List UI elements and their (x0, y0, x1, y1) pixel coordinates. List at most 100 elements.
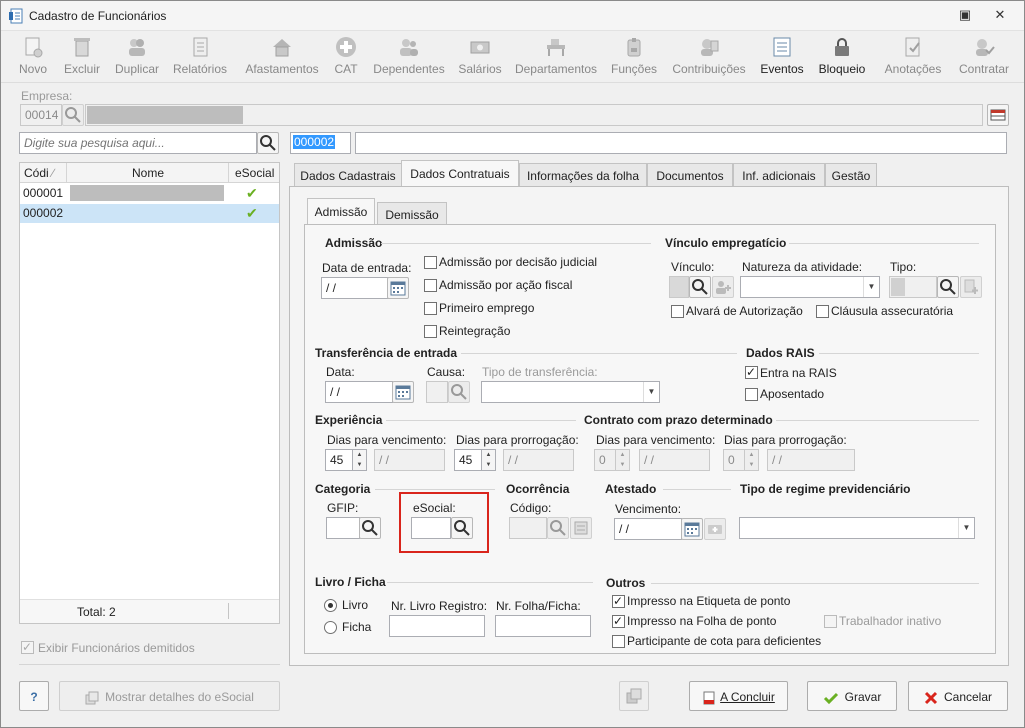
primeiro-emprego-checkbox[interactable] (424, 302, 437, 315)
gfip-field[interactable] (326, 517, 360, 539)
add-icon (964, 279, 978, 294)
nr-folha-field[interactable] (495, 615, 591, 637)
exp-dias-prorr-spinner[interactable]: ▲ ▼ (482, 449, 496, 471)
cota-checkbox[interactable] (612, 635, 625, 648)
vencimento-field[interactable]: / / (614, 518, 682, 540)
table-row[interactable]: 000001 ✔ (20, 184, 279, 203)
table-row[interactable]: 000002 ✔ (20, 204, 279, 223)
calendar-button[interactable] (387, 277, 409, 299)
employee-code-field[interactable]: 000002 (290, 132, 351, 154)
vinculo-add-button[interactable] (712, 276, 734, 298)
search-input[interactable] (19, 132, 257, 154)
contr-dias-prorr-field[interactable]: 0 (723, 449, 745, 471)
restore-icon[interactable]: ▣ (953, 7, 977, 23)
alvara-checkbox[interactable] (671, 305, 684, 318)
duplicate-button[interactable]: Duplicar (111, 31, 163, 81)
subtab-admissao[interactable]: Admissão (307, 198, 375, 225)
functions-button[interactable]: Funções (607, 31, 661, 81)
ocorrencia-codigo-field[interactable] (509, 517, 547, 539)
column-header-esocial[interactable]: eSocial (235, 166, 274, 180)
inativo-checkbox[interactable] (824, 615, 837, 628)
nr-livro-field[interactable] (389, 615, 485, 637)
tab-inf-adicionais[interactable]: Inf. adicionais (733, 163, 825, 187)
admissao-judicial-checkbox[interactable] (424, 256, 437, 269)
exp-dias-venc-field[interactable]: 45 (325, 449, 353, 471)
transferencia-data-field[interactable]: / / (325, 381, 393, 403)
tab-gestao[interactable]: Gestão (825, 163, 877, 187)
vinculo-search-button[interactable] (689, 276, 711, 298)
employee-list: Códi ∕ Nome eSocial 000001 ✔ 000002 ✔ To… (19, 162, 280, 624)
hire-button[interactable]: Contratar (953, 31, 1015, 81)
tipo-search-button[interactable] (937, 276, 959, 298)
tab-documentos[interactable]: Documentos (647, 163, 733, 187)
employee-name-field[interactable] (355, 132, 1007, 154)
folha-checkbox[interactable]: ✓ (612, 614, 625, 628)
lock-button[interactable]: Bloqueio (813, 31, 871, 81)
esocial-details-button[interactable]: Mostrar detalhes do eSocial (59, 681, 280, 711)
column-header-name[interactable]: Nome (132, 166, 164, 180)
exp-dias-venc-spinner[interactable]: ▲ ▼ (353, 449, 367, 471)
aposentado-checkbox[interactable] (745, 388, 758, 401)
show-dismissed-checkbox[interactable]: ✓ (21, 640, 34, 654)
livro-radio[interactable] (324, 599, 337, 612)
events-button[interactable]: Eventos (757, 31, 807, 81)
natureza-select[interactable]: ▼ (740, 276, 880, 298)
tab-dados-cadastrais[interactable]: Dados Cadastrais (294, 163, 402, 187)
contr-dias-venc-spinner[interactable]: ▲ ▼ (616, 449, 630, 471)
contr-dias-venc-field[interactable]: 0 (594, 449, 616, 471)
contr-venc-date-field[interactable]: / / (639, 449, 710, 471)
dependents-button[interactable]: Dependentes (369, 31, 449, 81)
cat-button[interactable]: CAT (329, 31, 363, 81)
empresa-name-field[interactable] (85, 104, 983, 126)
attach-button[interactable] (619, 681, 649, 711)
causa-field[interactable] (426, 381, 448, 403)
gravar-button[interactable]: Gravar (807, 681, 897, 711)
calendar-button[interactable] (392, 381, 414, 403)
exp-dias-prorr-field[interactable]: 45 (454, 449, 482, 471)
tipo-field[interactable] (889, 276, 937, 298)
search-button[interactable] (257, 132, 279, 154)
entra-rais-checkbox[interactable]: ✓ (745, 365, 758, 379)
new-button[interactable]: Novo (13, 31, 53, 81)
tab-dados-contratuais[interactable]: Dados Contratuais (401, 160, 519, 187)
salaries-button[interactable]: Salários (455, 31, 505, 81)
clausula-checkbox[interactable] (816, 305, 829, 318)
empresa-search-button[interactable] (62, 104, 84, 126)
contributions-button[interactable]: Contribuições (667, 31, 751, 81)
subtab-demissao[interactable]: Demissão (377, 202, 447, 226)
departments-button[interactable]: Departamentos (511, 31, 601, 81)
ocorrencia-list-button[interactable] (570, 517, 592, 539)
concluir-button[interactable]: A Concluir (689, 681, 788, 711)
tipo-transferencia-select[interactable]: ▼ (481, 381, 660, 403)
exp-venc-date-field[interactable]: / / (374, 449, 445, 471)
causa-search-button[interactable] (448, 381, 470, 403)
reintegracao-checkbox[interactable] (424, 325, 437, 338)
exp-prorr-date-field[interactable]: / / (503, 449, 574, 471)
empresa-code-field[interactable]: 00014 (20, 104, 62, 126)
ocorrencia-search-button[interactable] (547, 517, 569, 539)
admissao-fiscal-checkbox[interactable] (424, 279, 437, 292)
etiqueta-checkbox[interactable]: ✓ (612, 594, 625, 608)
ficha-radio[interactable] (324, 621, 337, 634)
esocial-category-field[interactable] (411, 517, 451, 539)
regime-select[interactable]: ▼ (739, 517, 975, 539)
cancelar-button[interactable]: Cancelar (908, 681, 1008, 711)
esocial-category-search-button[interactable] (451, 517, 473, 539)
gfip-search-button[interactable] (359, 517, 381, 539)
calendar-button[interactable] (681, 518, 703, 540)
vinculo-field[interactable] (669, 276, 689, 298)
help-button[interactable]: ? (19, 681, 49, 711)
delete-button[interactable]: Excluir (59, 31, 105, 81)
contr-dias-prorr-spinner[interactable]: ▲ ▼ (745, 449, 759, 471)
tipo-add-button[interactable] (960, 276, 982, 298)
notes-button[interactable]: Anotações (879, 31, 947, 81)
contr-prorr-date-field[interactable]: / / (767, 449, 855, 471)
tab-informacoes-folha[interactable]: Informações da folha (519, 163, 647, 187)
reports-button[interactable]: Relatórios (169, 31, 231, 81)
close-icon[interactable]: ✕ (988, 7, 1012, 23)
data-entrada-field[interactable]: / / (321, 277, 389, 299)
leaves-button[interactable]: Afastamentos (241, 31, 323, 81)
calculator-button[interactable] (987, 104, 1009, 126)
column-header-code[interactable]: Códi (24, 166, 49, 180)
medical-add-button[interactable] (704, 518, 726, 540)
